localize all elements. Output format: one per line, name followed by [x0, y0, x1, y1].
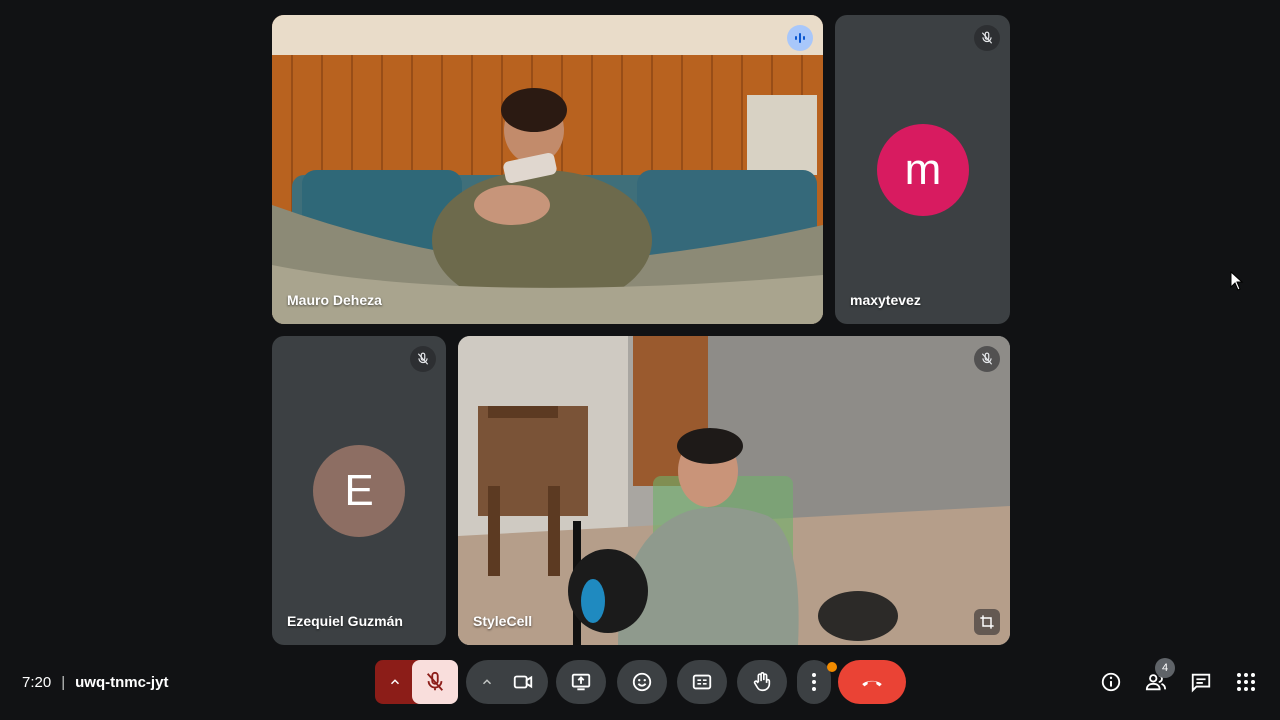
- avatar-initial: E: [344, 466, 374, 515]
- participant-tile-stylecell[interactable]: StyleCell: [458, 336, 1010, 645]
- avatar: E: [313, 445, 405, 537]
- chat-icon: [1191, 673, 1211, 693]
- captions-button[interactable]: [677, 660, 727, 704]
- notification-dot: [827, 662, 837, 672]
- participant-name: StyleCell: [473, 613, 533, 629]
- participant-name: Mauro Deheza: [287, 292, 382, 308]
- emoji-button[interactable]: [617, 660, 667, 704]
- present-icon: [571, 673, 591, 691]
- activities-icon: [1237, 673, 1255, 691]
- mic-off-icon: [426, 671, 444, 691]
- meeting-code: uwq-tnmc-jyt: [75, 674, 169, 691]
- camera-group: [466, 660, 548, 704]
- avatar: m: [877, 124, 969, 216]
- more-options-button[interactable]: [797, 660, 837, 704]
- present-button[interactable]: [556, 660, 606, 704]
- mic-off-icon: [410, 346, 436, 372]
- mic-toggle-button[interactable]: [412, 660, 458, 704]
- video-feed: [272, 15, 823, 324]
- emoji-icon: [632, 672, 652, 692]
- participant-count-badge: 4: [1155, 658, 1175, 678]
- chat-button[interactable]: [1189, 670, 1213, 694]
- meeting-time: 7:20: [22, 674, 52, 691]
- raise-hand-icon: [753, 672, 771, 692]
- participant-name: Ezequiel Guzmán: [287, 613, 403, 629]
- camera-icon[interactable]: [512, 671, 534, 693]
- more-icon: [812, 673, 816, 691]
- mouse-cursor-icon: [1230, 271, 1244, 291]
- participant-tile-ezequiel[interactable]: E Ezequiel Guzmán: [272, 336, 446, 645]
- info-icon: [1101, 672, 1121, 692]
- raise-hand-button[interactable]: [737, 660, 787, 704]
- participant-tile-maxytevez[interactable]: m maxytevez: [835, 15, 1010, 324]
- meeting-details: 7:20 | uwq-tnmc-jyt: [22, 674, 168, 691]
- video-feed: [458, 336, 1010, 645]
- meet-stage: Mauro Deheza m maxytevez E Ezequiel Guzm…: [0, 0, 1280, 720]
- separator: |: [61, 674, 66, 691]
- end-call-button[interactable]: [838, 660, 906, 704]
- reframe-icon[interactable]: [974, 609, 1000, 635]
- mic-off-icon: [974, 346, 1000, 372]
- end-call-icon: [862, 680, 882, 687]
- people-button[interactable]: 4: [1144, 658, 1175, 694]
- participant-name: maxytevez: [850, 292, 921, 308]
- avatar-initial: m: [904, 145, 942, 194]
- chevron-up-icon: [390, 679, 400, 685]
- bottom-toolbar: 7:20 | uwq-tnmc-jyt 4: [0, 652, 1280, 712]
- mic-off-icon: [974, 25, 1000, 51]
- speaking-indicator-icon: [787, 25, 813, 51]
- captions-icon: [692, 674, 712, 690]
- chevron-up-icon[interactable]: [480, 675, 494, 689]
- activities-button[interactable]: [1234, 670, 1258, 694]
- participant-tile-mauro[interactable]: Mauro Deheza: [272, 15, 823, 324]
- meeting-details-button[interactable]: [1099, 670, 1123, 694]
